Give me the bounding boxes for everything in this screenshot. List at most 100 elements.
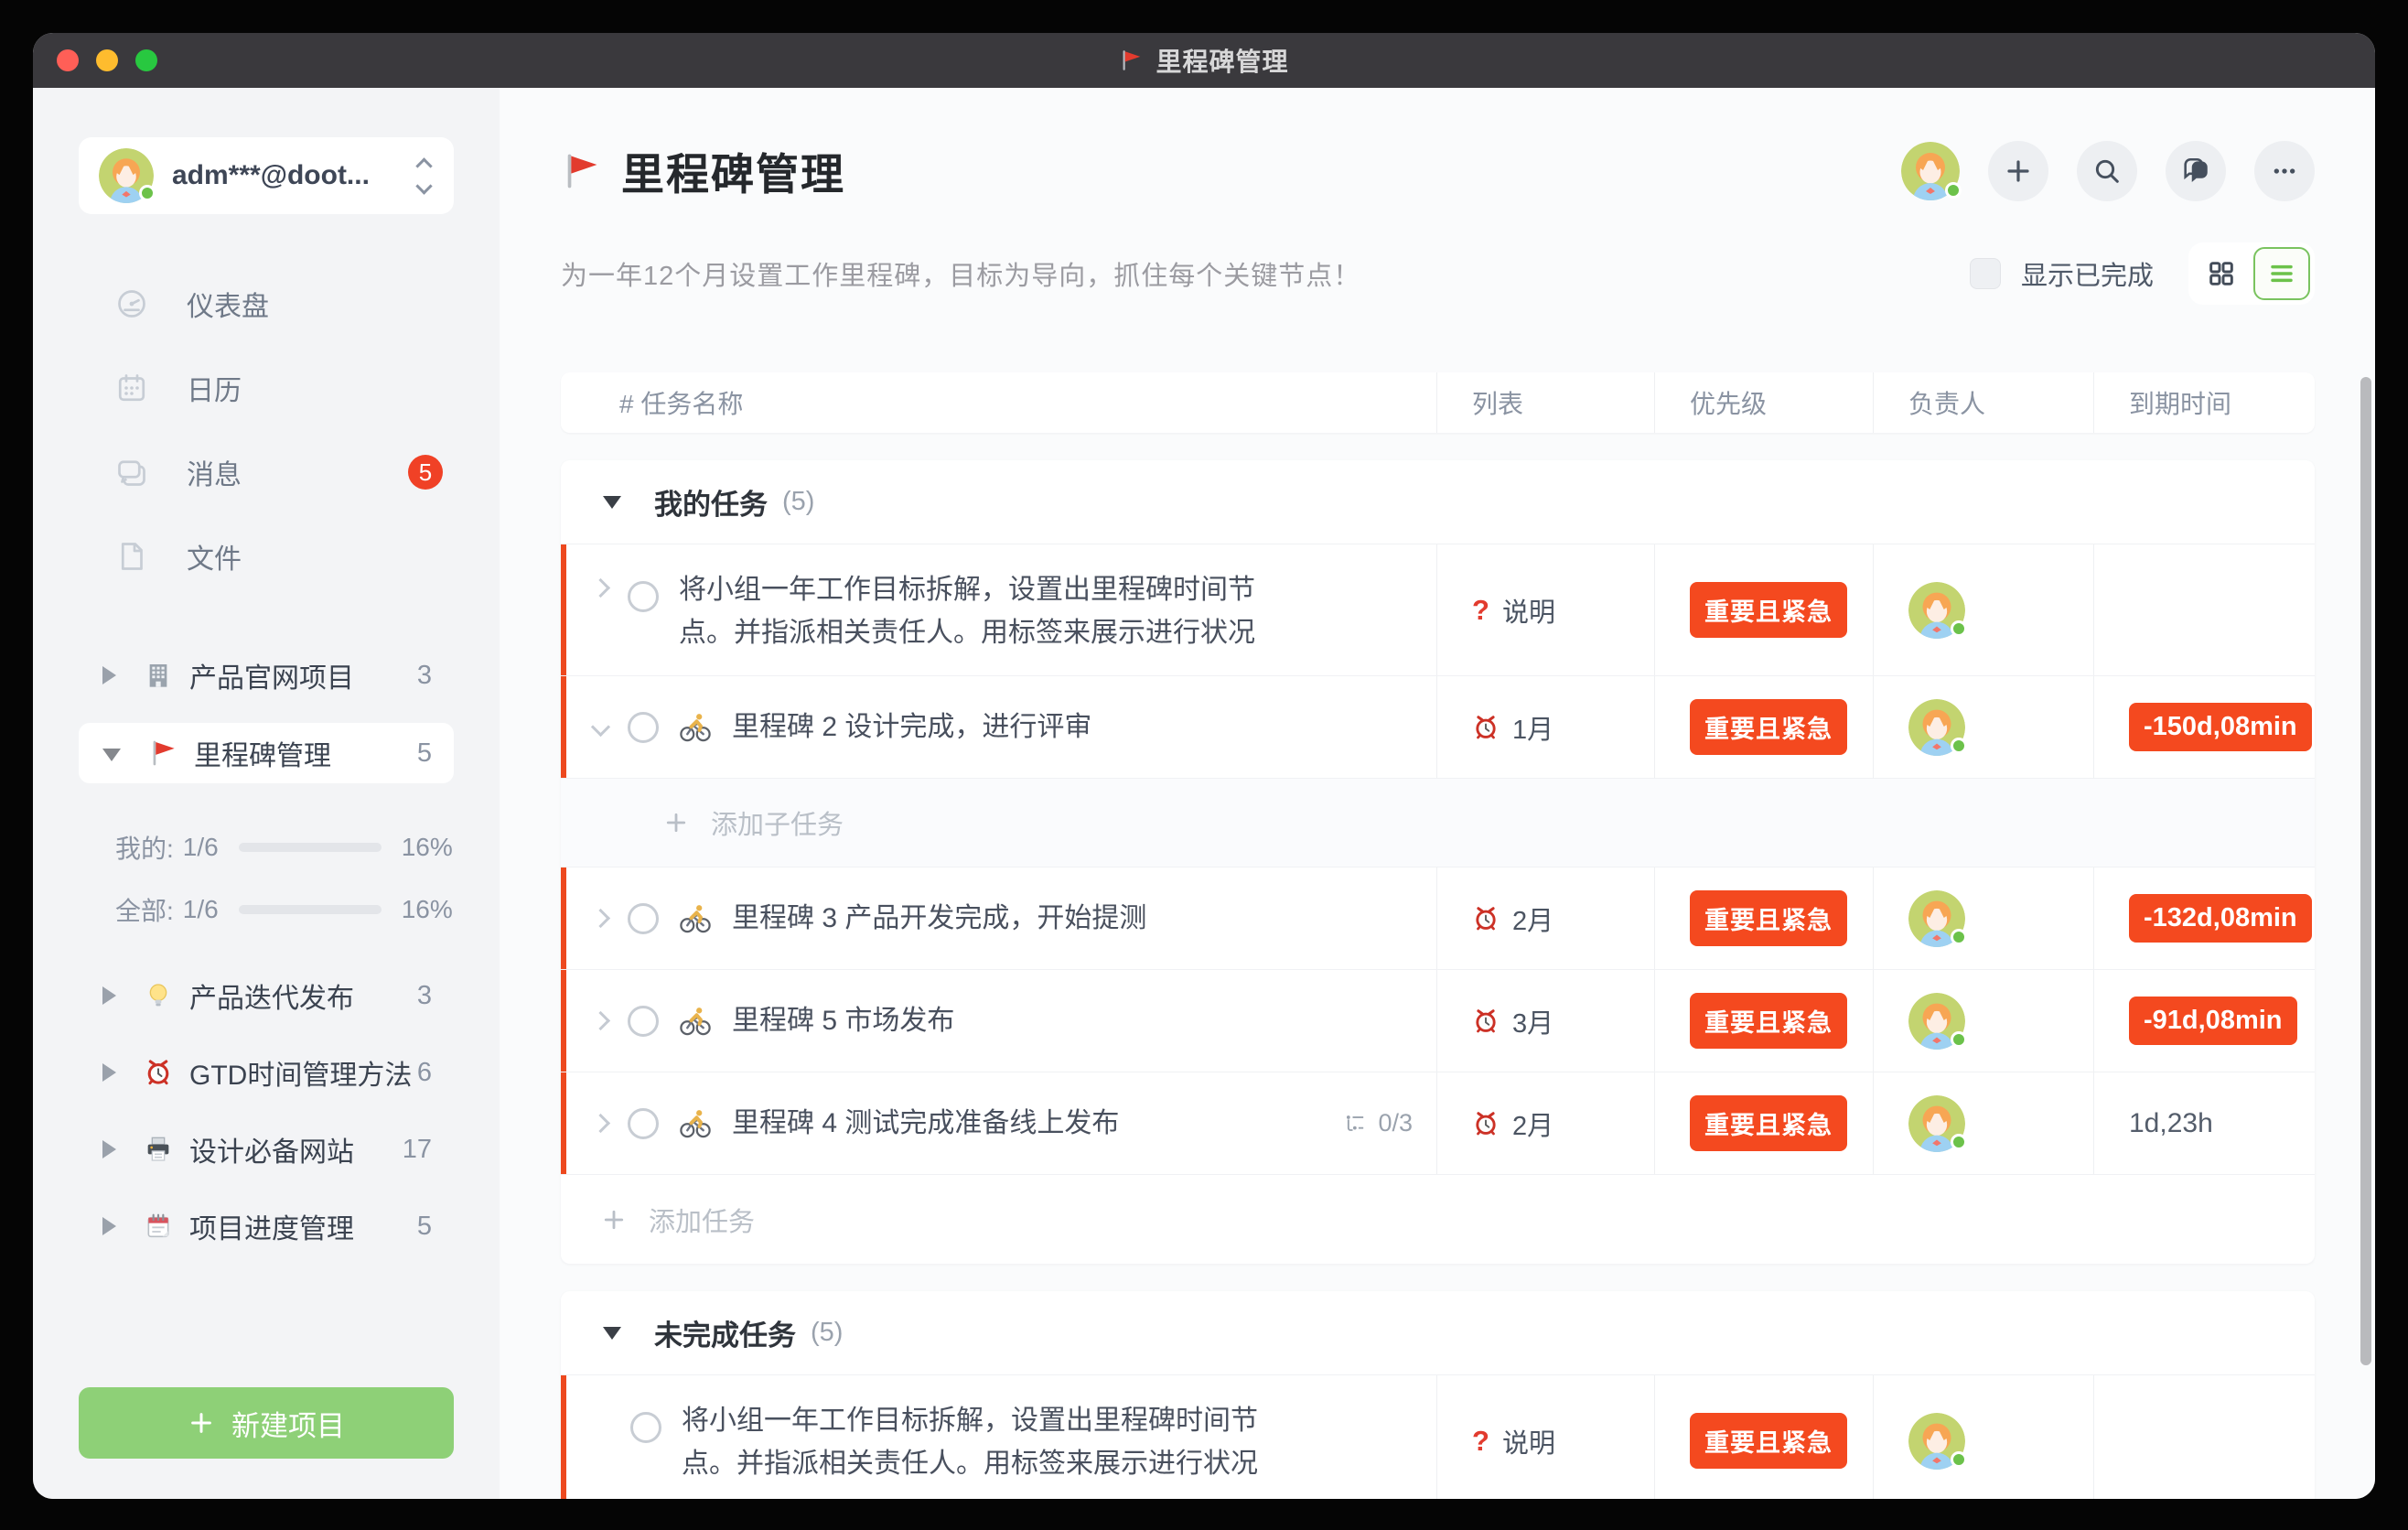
complete-task-checkbox[interactable] (628, 1006, 659, 1037)
task-list-cell[interactable]: 3月 (1436, 970, 1654, 1072)
assignee-avatar[interactable] (1908, 993, 1965, 1050)
complete-task-checkbox[interactable] (628, 1108, 659, 1139)
collapse-chevron-icon[interactable] (591, 717, 610, 737)
task-list-cell[interactable]: ?说明 (1436, 544, 1654, 675)
task-due-cell[interactable]: -91d,08min (2093, 970, 2315, 1072)
task-title[interactable]: 里程碑 4 测试完成准备线上发布 (732, 1102, 1119, 1145)
board-view-button[interactable] (2193, 247, 2250, 300)
alarm-icon (1472, 714, 1500, 741)
task-title[interactable]: 里程碑 5 市场发布 (732, 999, 954, 1042)
task-title[interactable]: 将小组一年工作目标拆解，设置出里程碑时间节点。并指派相关责任人。用标签来展示进行… (679, 568, 1283, 654)
sidebar-item-日历[interactable]: 日历 (79, 346, 454, 430)
expand-chevron-icon[interactable] (591, 1114, 610, 1133)
show-completed-checkbox[interactable] (1970, 258, 2001, 289)
task-list-cell[interactable]: 2月 (1436, 1072, 1654, 1174)
task-owner-cell[interactable] (1873, 1375, 2093, 1499)
sidebar-item-消息[interactable]: 消息5 (79, 430, 454, 514)
project-item-产品迭代发布[interactable]: 产品迭代发布3 (79, 957, 454, 1034)
collapse-triangle-icon[interactable] (603, 1327, 621, 1340)
task-priority-cell[interactable]: 重要且紧急 (1654, 1375, 1873, 1499)
minimize-window-button[interactable] (96, 49, 118, 71)
task-title[interactable]: 将小组一年工作目标拆解，设置出里程碑时间节点。并指派相关责任人。用标签来展示进行… (682, 1399, 1285, 1485)
task-owner-cell[interactable] (1873, 970, 2093, 1072)
progress-percent: 16% (402, 895, 453, 924)
task-owner-cell[interactable] (1873, 544, 2093, 675)
project-item-里程碑管理[interactable]: 里程碑管理5 (79, 723, 454, 783)
sidebar-item-仪表盘[interactable]: 仪表盘 (79, 262, 454, 346)
due-text: 1d,23h (2129, 1108, 2213, 1139)
project-item-项目进度管理[interactable]: 项目进度管理5 (79, 1188, 454, 1265)
task-row[interactable]: 里程碑 3 产品开发完成，开始提测 2月 重要且紧急 -132d,08min (561, 867, 2315, 970)
sidebar-item-文件[interactable]: 文件 (79, 514, 454, 598)
vertical-scrollbar[interactable] (2360, 377, 2371, 1365)
task-priority-cell[interactable]: 重要且紧急 (1654, 970, 1873, 1072)
task-priority-cell[interactable]: 重要且紧急 (1654, 676, 1873, 778)
expand-triangle-icon[interactable] (102, 986, 116, 1005)
task-due-cell[interactable] (2093, 1375, 2315, 1499)
task-list-cell[interactable]: 1月 (1436, 676, 1654, 778)
expand-triangle-icon[interactable] (102, 1140, 116, 1158)
task-due-cell[interactable]: 1d,23h (2093, 1072, 2315, 1174)
task-priority-cell[interactable]: 重要且紧急 (1654, 867, 1873, 969)
close-window-button[interactable] (57, 49, 79, 71)
task-list-cell[interactable]: ?说明 (1436, 1375, 1654, 1499)
assignee-avatar[interactable] (1908, 890, 1965, 947)
task-owner-cell[interactable] (1873, 676, 2093, 778)
complete-task-checkbox[interactable] (628, 581, 659, 612)
task-priority-cell[interactable]: 重要且紧急 (1654, 1072, 1873, 1174)
task-owner-cell[interactable] (1873, 867, 2093, 969)
new-project-button[interactable]: 新建项目 (79, 1387, 454, 1459)
flag-icon (1119, 48, 1143, 72)
expand-chevron-icon[interactable] (591, 578, 610, 598)
user-avatar[interactable] (1901, 142, 1960, 200)
titlebar: 里程碑管理 (33, 33, 2375, 88)
add-button[interactable] (1988, 141, 2048, 201)
task-row[interactable]: 里程碑 4 测试完成准备线上发布0/32月重要且紧急1d,23h (561, 1072, 2315, 1175)
chat-button[interactable] (2166, 141, 2226, 201)
task-row[interactable]: 将小组一年工作目标拆解，设置出里程碑时间节点。并指派相关责任人。用标签来展示进行… (561, 1375, 2315, 1499)
task-row[interactable]: 将小组一年工作目标拆解，设置出里程碑时间节点。并指派相关责任人。用标签来展示进行… (561, 544, 2315, 676)
expand-chevron-icon[interactable] (591, 909, 610, 928)
priority-badge: 重要且紧急 (1690, 993, 1847, 1049)
search-button[interactable] (2077, 141, 2137, 201)
project-item-GTD时间管理方法[interactable]: GTD时间管理方法6 (79, 1034, 454, 1111)
complete-task-checkbox[interactable] (630, 1412, 661, 1443)
list-view-button[interactable] (2253, 247, 2310, 300)
task-row[interactable]: 里程碑 5 市场发布 3月 重要且紧急 -91d,08min (561, 970, 2315, 1072)
task-title[interactable]: 里程碑 2 设计完成，进行评审 (732, 706, 1091, 749)
list-name: 3月 (1512, 1002, 1553, 1040)
project-item-产品官网项目[interactable]: 产品官网项目3 (79, 637, 454, 714)
add-subtask-row[interactable]: 添加子任务 (561, 779, 2315, 867)
group-header[interactable]: 我的任务(5) (561, 460, 2315, 544)
task-owner-cell[interactable] (1873, 1072, 2093, 1174)
user-account-card[interactable]: adm***@doot... (79, 137, 454, 214)
new-project-label: 新建项目 (231, 1403, 345, 1444)
assignee-avatar[interactable] (1908, 582, 1965, 639)
assignee-avatar[interactable] (1908, 1413, 1965, 1470)
more-button[interactable] (2254, 141, 2315, 201)
expand-triangle-icon[interactable] (102, 666, 116, 684)
account-switcher-icon (418, 156, 430, 197)
plus-icon (188, 1409, 215, 1437)
task-list-cell[interactable]: 2月 (1436, 867, 1654, 969)
add-task-row[interactable]: 添加任务 (561, 1175, 2315, 1264)
task-due-cell[interactable]: -132d,08min (2093, 867, 2315, 969)
task-due-cell[interactable] (2093, 544, 2315, 675)
complete-task-checkbox[interactable] (628, 712, 659, 743)
list-name: 2月 (1512, 900, 1553, 938)
task-priority-cell[interactable]: 重要且紧急 (1654, 544, 1873, 675)
collapse-triangle-icon[interactable] (603, 496, 621, 509)
task-due-cell[interactable]: -150d,08min (2093, 676, 2315, 778)
complete-task-checkbox[interactable] (628, 903, 659, 934)
task-row[interactable]: 里程碑 2 设计完成，进行评审 1月重要且紧急 -150d,08min (561, 676, 2315, 779)
assignee-avatar[interactable] (1908, 699, 1965, 756)
group-header[interactable]: 未完成任务(5) (561, 1291, 2315, 1375)
expand-triangle-icon[interactable] (102, 1063, 116, 1082)
collapse-triangle-icon[interactable] (102, 749, 121, 761)
expand-chevron-icon[interactable] (591, 1011, 610, 1030)
project-item-设计必备网站[interactable]: 设计必备网站17 (79, 1111, 454, 1188)
assignee-avatar[interactable] (1908, 1095, 1965, 1152)
task-title[interactable]: 里程碑 3 产品开发完成，开始提测 (732, 897, 1146, 940)
zoom-window-button[interactable] (135, 49, 157, 71)
expand-triangle-icon[interactable] (102, 1217, 116, 1235)
